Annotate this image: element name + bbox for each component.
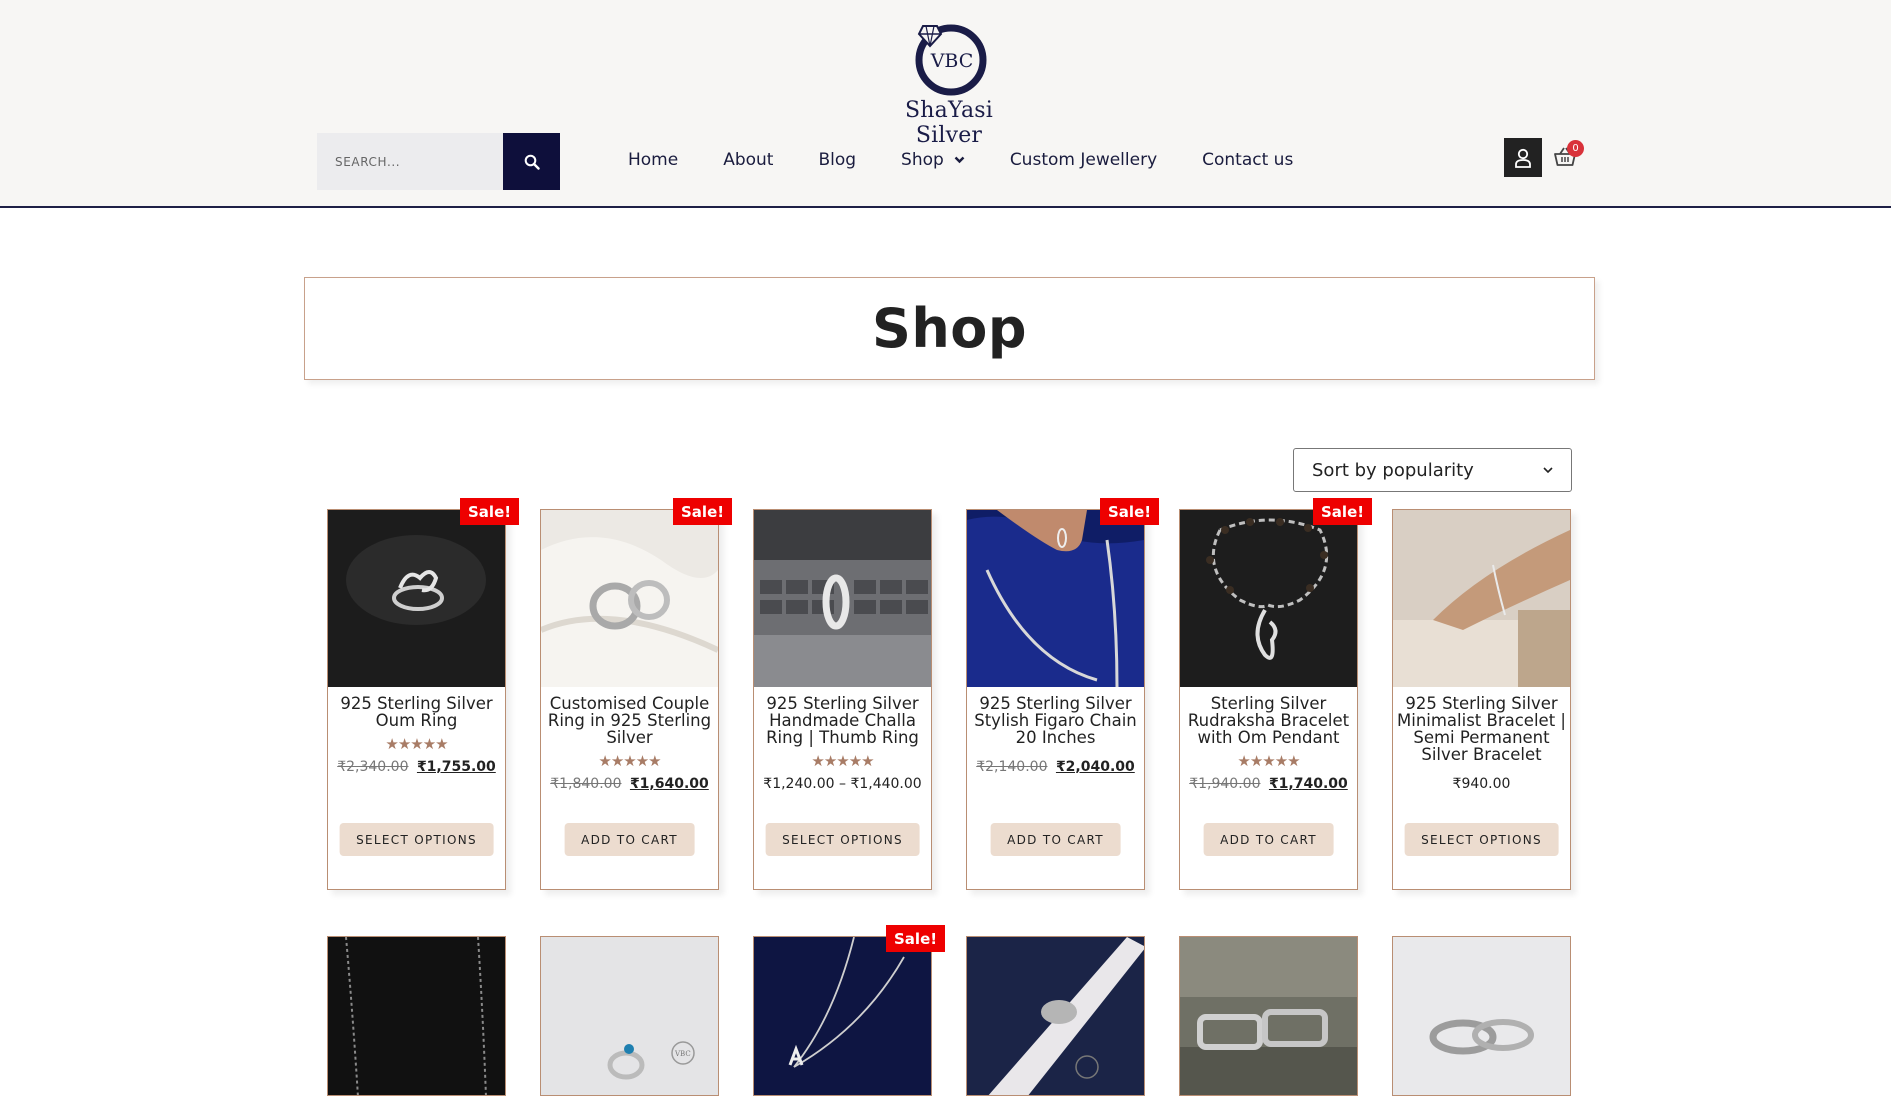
product-image[interactable] [327,936,506,1096]
cart-count-badge: 0 [1567,140,1584,157]
product-image[interactable] [541,510,718,687]
product-image[interactable] [1179,936,1358,1096]
page-title-box: Shop [304,277,1595,380]
old-price: ₹1,840.00 [550,776,622,792]
product-card[interactable]: 925 Sterling Silver Handmade Challa Ring… [753,509,932,890]
star-rating: ★★★★★ [811,752,874,770]
chevron-down-icon [954,156,965,164]
sale-badge: Sale! [460,498,520,525]
sale-badge: Sale! [673,498,733,525]
product-card[interactable]: 925 Sterling Silver Minimalist Bracelet … [1392,509,1571,890]
product-name[interactable]: 925 Sterling Silver Stylish Figaro Chain… [967,695,1144,746]
search-icon [524,154,540,170]
product-price: ₹1,940.00 ₹1,740.00 [1180,776,1357,792]
add-to-cart-button[interactable]: ADD TO CART [990,823,1121,856]
sale-badge: Sale! [886,925,946,952]
svg-text:VBC: VBC [930,50,974,72]
star-rating: ★★★★★ [1237,752,1300,770]
sort-select[interactable]: Sort by popularity [1293,448,1572,492]
product-name[interactable]: 925 Sterling Silver Minimalist Bracelet … [1393,695,1570,763]
site-logo[interactable]: VBC ShaYasi Silver [876,20,1022,148]
select-options-button[interactable]: SELECT OPTIONS [339,823,494,856]
product-name[interactable]: 925 Sterling Silver Oum Ring [328,695,505,729]
star-rating: ★★★★★ [385,735,448,753]
sale-price: ₹2,040.00 [1055,759,1135,775]
add-to-cart-button[interactable]: ADD TO CART [1203,823,1334,856]
search-input[interactable] [317,133,503,190]
old-price: ₹2,140.00 [976,759,1048,775]
product-image[interactable] [1392,936,1571,1096]
sort-selected-value: Sort by popularity [1312,459,1474,481]
select-options-button[interactable]: SELECT OPTIONS [1404,823,1559,856]
user-icon [1515,148,1531,168]
product-card[interactable]: Sterling Silver Rudraksha Bracelet with … [1179,509,1358,890]
logo-ring-icon: VBC [915,24,987,96]
chevron-down-icon [1543,466,1553,473]
svg-text:VBC: VBC [674,1050,691,1058]
sale-price: ₹1,740.00 [1268,776,1348,792]
sale-badge: Sale! [1313,498,1373,525]
product-card[interactable]: 925 Sterling Silver Stylish Figaro Chain… [966,509,1145,890]
product-image[interactable]: VBC [540,936,719,1096]
product-price: ₹940.00 [1452,776,1511,792]
nav-custom-jewellery[interactable]: Custom Jewellery [1010,150,1157,170]
product-card[interactable]: Customised Couple Ring in 925 Sterling S… [540,509,719,890]
search-form [317,133,560,190]
sale-price: ₹1,640.00 [629,776,709,792]
product-price: ₹1,240.00 – ₹1,440.00 [763,776,922,792]
product-image[interactable] [1180,510,1357,687]
nav-about[interactable]: About [723,150,773,170]
product-price: ₹2,140.00 ₹2,040.00 [967,759,1144,775]
old-price: ₹2,340.00 [337,759,409,775]
add-to-cart-button[interactable]: ADD TO CART [564,823,695,856]
product-price: ₹1,840.00 ₹1,640.00 [541,776,718,792]
select-options-button[interactable]: SELECT OPTIONS [765,823,920,856]
product-name[interactable]: Sterling Silver Rudraksha Bracelet with … [1180,695,1357,746]
account-button[interactable] [1504,138,1542,177]
product-image[interactable] [754,510,931,687]
product-image[interactable] [753,936,932,1096]
nav-shop-label: Shop [901,150,944,170]
nav-shop[interactable]: Shop [901,150,965,170]
product-image[interactable] [328,510,505,687]
product-image[interactable] [967,510,1144,687]
product-name[interactable]: 925 Sterling Silver Handmade Challa Ring… [754,695,931,746]
brand-name: ShaYasi Silver [904,98,993,148]
old-price: ₹1,940.00 [1189,776,1261,792]
product-card[interactable]: 925 Sterling Silver Oum Ring ★★★★★ ₹2,34… [327,509,506,890]
nav-contact[interactable]: Contact us [1202,150,1293,170]
site-header: VBC ShaYasi Silver Home About Blog Shop … [0,0,1891,208]
page-title: Shop [871,297,1028,360]
sale-price: ₹1,755.00 [416,759,496,775]
product-image[interactable] [1393,510,1570,687]
product-price: ₹2,340.00 ₹1,755.00 [328,759,505,775]
nav-blog[interactable]: Blog [818,150,856,170]
product-image[interactable] [966,936,1145,1096]
sale-badge: Sale! [1100,498,1160,525]
nav-home[interactable]: Home [628,150,678,170]
star-rating: ★★★★★ [598,752,661,770]
main-nav: Home About Blog Shop Custom Jewellery Co… [628,146,1293,174]
search-button[interactable] [503,133,560,190]
product-name[interactable]: Customised Couple Ring in 925 Sterling S… [541,695,718,746]
